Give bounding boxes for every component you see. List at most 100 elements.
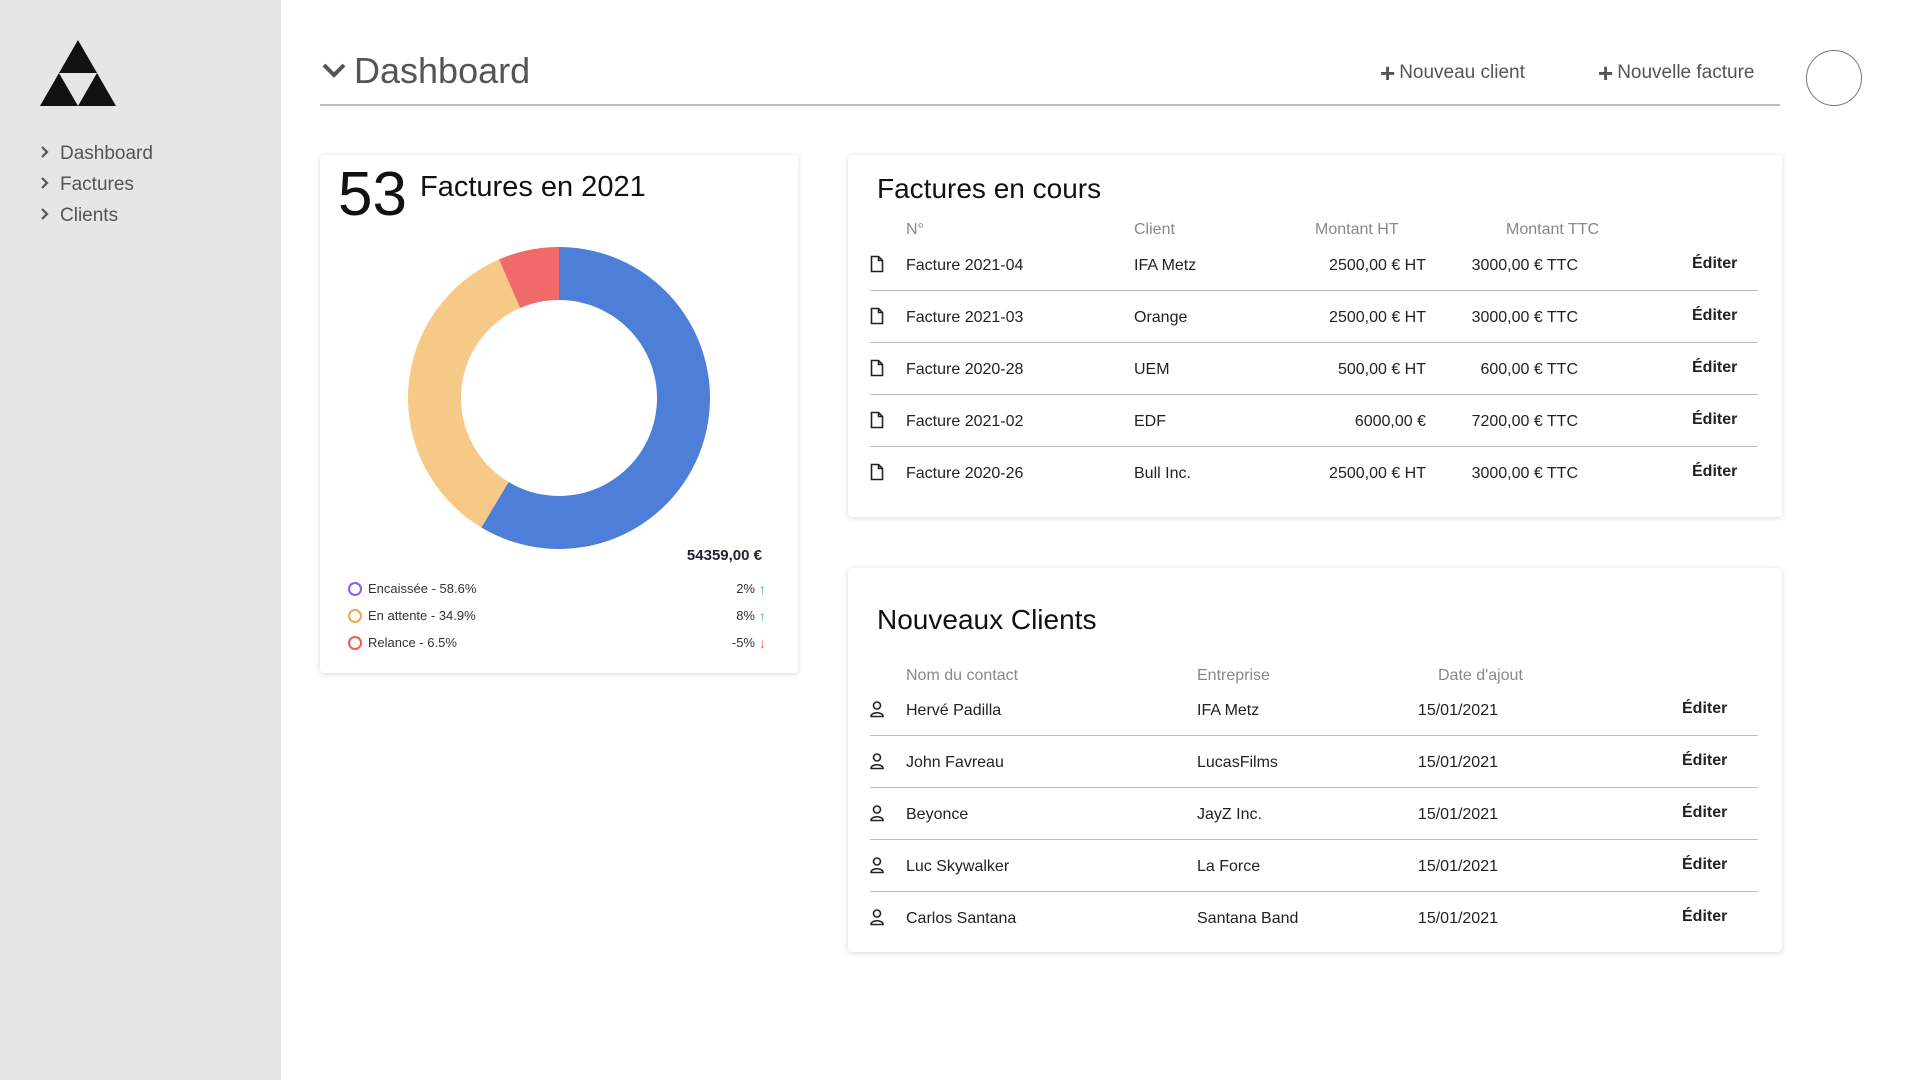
legend-circle-icon [348,608,362,623]
table-row[interactable]: Carlos Santana Santana Band 15/01/2021 Édit… [870,892,1758,944]
edit-invoice-button[interactable]: Éditer [1692,307,1737,325]
client-company: IFA Metz [1197,702,1260,719]
invoice-client: Orange [1134,309,1188,326]
table-row[interactable]: Facture 2020-28 UEM 500,00 € HT 600,00 € TT… [870,343,1758,395]
sidebar-nav: Dashboard Factures Clients [40,138,153,231]
table-row[interactable]: Beyonce JayZ Inc. 15/01/2021 Éditer [870,788,1758,840]
legend-change: -5% ↓ [732,635,766,651]
client-date-added: 15/01/2021 [1417,806,1498,823]
new-client-label: Nouveau client [1399,62,1525,83]
donut-legend: Encaissée - 58.6% 2% ↑ En attente - 34.9% 8%… [348,575,766,656]
clients-table: Hervé Padilla IFA Metz 15/01/2021 Éditer Joh… [870,684,1758,944]
edit-client-button[interactable]: Éditer [1682,804,1727,822]
client-contact-name: Hervé Padilla [906,702,1002,719]
client-contact-name: Beyonce [906,806,969,823]
edit-invoice-button[interactable]: Éditer [1692,463,1737,481]
edit-invoice-button[interactable]: Éditer [1692,359,1737,377]
table-row[interactable]: Facture 2021-04 IFA Metz 2500,00 € HT 3000,… [870,239,1758,291]
invoice-amount-ttc: 3000,00 € TTC [1471,257,1578,274]
arrow-down-icon: ↓ [759,634,766,651]
invoice-number: Facture 2020-28 [906,361,1024,378]
invoice-number: Facture 2021-02 [906,413,1024,430]
edit-client-button[interactable]: Éditer [1682,752,1727,770]
status-donut-chart [408,247,710,549]
donut-slice-en-attente [408,259,521,528]
client-company: La Force [1197,858,1261,875]
invoice-amount-ttc: 600,00 € TTC [1480,361,1578,378]
legend-item: Relance - 6.5% -5% ↓ [348,629,766,656]
document-icon [870,359,884,377]
new-clients-card: Nouveaux Clients Nom du contact Entrepri… [848,568,1782,952]
legend-item: En attente - 34.9% 8% ↑ [348,602,766,629]
invoice-number: Facture 2020-26 [906,465,1024,482]
sidebar-item-clients[interactable]: Clients [40,200,153,231]
legend-label: Encaissée - 58.6% [368,581,477,596]
legend-change-value: 8% [736,608,755,623]
col-header-ttc: Montant TTC [1506,221,1600,238]
table-row[interactable]: Hervé Padilla IFA Metz 15/01/2021 Éditer [870,684,1758,736]
legend-label: Relance - 6.5% [368,635,457,650]
chevron-right-icon [40,145,60,163]
new-invoice-label: Nouvelle facture [1617,62,1755,83]
edit-client-button[interactable]: Éditer [1682,700,1727,718]
invoice-amount-ttc: 3000,00 € TTC [1471,465,1578,482]
table-row[interactable]: Luc Skywalker La Force 15/01/2021 Éditer [870,840,1758,892]
edit-client-button[interactable]: Éditer [1682,856,1727,874]
page-title[interactable]: Dashboard [320,50,530,92]
user-icon [870,857,884,874]
invoice-client: UEM [1134,361,1170,378]
invoices-table: Facture 2021-04 IFA Metz 2500,00 € HT 3000,… [870,239,1758,499]
legend-change-value: -5% [731,635,755,650]
invoices-title: Factures en cours [877,173,1102,204]
invoice-count: 53 [338,160,407,229]
table-row[interactable]: Facture 2020-26 Bull Inc. 2500,00 € HT 3000… [870,447,1758,499]
client-date-added: 15/01/2021 [1417,754,1498,771]
client-date-added: 15/01/2021 [1417,702,1498,719]
edit-invoice-button[interactable]: Éditer [1692,411,1737,429]
sidebar-item-factures[interactable]: Factures [40,169,153,200]
page-title-text: Dashboard [354,50,531,91]
invoices-in-progress-card: Factures en cours N° Client Montant HT M… [848,155,1782,517]
edit-invoice-button[interactable]: Éditer [1692,255,1737,273]
table-row[interactable]: Facture 2021-02 EDF 6000,00 € 7200,00 € TTC… [870,395,1758,447]
col-header-date: Date d'ajout [1438,667,1523,684]
invoice-amount-ht: 2500,00 € HT [1329,309,1426,326]
user-icon [870,805,884,822]
legend-label: En attente - 34.9% [368,608,476,623]
clients-title: Nouveaux Clients [877,604,1097,635]
col-header-num: N° [906,221,924,238]
plus-icon: + [1380,58,1396,88]
user-icon [870,701,884,718]
sidebar-item-dashboard[interactable]: Dashboard [40,138,153,169]
legend-change: 2% ↑ [736,581,766,597]
legend-change: 8% ↑ [736,608,766,624]
table-row[interactable]: John Favreau LucasFilms 15/01/2021 Éditer [870,736,1758,788]
arrow-up-icon: ↑ [759,580,766,597]
document-icon [870,307,884,325]
chevron-right-icon [40,207,60,225]
invoice-client: IFA Metz [1134,257,1197,274]
page-header: Dashboard + Nouveau client + Nouvelle fa… [320,48,1780,106]
client-date-added: 15/01/2021 [1417,910,1498,927]
invoice-amount-ht: 2500,00 € HT [1329,465,1426,482]
chevron-right-icon [40,176,60,194]
new-invoice-button[interactable]: + Nouvelle facture [1598,60,1754,86]
invoice-amount-ht: 6000,00 € [1354,413,1426,430]
invoice-amount-ht: 500,00 € HT [1337,361,1426,378]
legend-item: Encaissée - 58.6% 2% ↑ [348,575,766,602]
table-row[interactable]: Facture 2021-03 Orange 2500,00 € HT 3000,00… [870,291,1758,343]
client-company: Santana Band [1197,910,1299,927]
document-icon [870,411,884,429]
client-contact-name: Luc Skywalker [906,858,1010,875]
col-header-ht: Montant HT [1315,221,1399,238]
new-client-button[interactable]: + Nouveau client [1380,60,1525,86]
invoice-amount-ttc: 7200,00 € TTC [1471,413,1578,430]
invoices-stats-card: 53 Factures en 2021 54359,00 € Encaissée… [320,155,798,673]
triforce-logo-icon[interactable] [40,40,116,106]
invoice-number: Facture 2021-04 [906,257,1024,274]
user-icon [870,909,884,926]
sidebar-item-label: Dashboard [60,142,153,164]
invoice-amount-ttc: 3000,00 € TTC [1471,309,1578,326]
edit-client-button[interactable]: Éditer [1682,908,1727,926]
avatar[interactable] [1806,50,1862,106]
